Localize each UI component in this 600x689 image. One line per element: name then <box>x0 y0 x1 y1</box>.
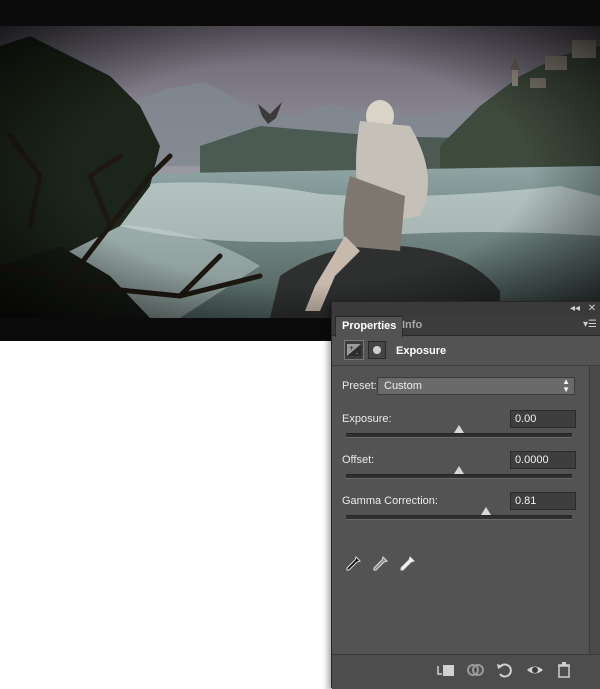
collapse-icon[interactable]: ◂◂ <box>568 302 582 316</box>
offset-value-field[interactable]: 0.0000 <box>510 451 576 469</box>
adjustment-title: Exposure <box>396 345 447 357</box>
panel-scrollbar[interactable] <box>589 366 600 654</box>
clip-to-layer-icon[interactable] <box>433 657 459 683</box>
panel-footer <box>332 654 600 689</box>
gamma-label: Gamma Correction: <box>342 495 438 507</box>
exposure-adjustment-icon[interactable]: + - <box>344 340 364 360</box>
svg-text:-: - <box>356 350 358 357</box>
offset-label: Offset: <box>342 454 375 466</box>
black-point-eyedropper-icon[interactable] <box>344 555 362 573</box>
panel-menu-icon[interactable]: ▾☰ <box>583 319 597 331</box>
adjustment-header: + - Exposure <box>332 336 600 366</box>
exposure-value-field[interactable]: 0.00 <box>510 410 576 428</box>
panel-content: Preset: Custom ▲ ▼ Exposure: 0.00 Offset:… <box>332 367 589 652</box>
svg-text:+: + <box>349 345 354 352</box>
close-icon[interactable]: ✕ <box>585 302 599 316</box>
preset-dropdown[interactable]: Custom ▲ ▼ <box>377 377 575 395</box>
tab-properties[interactable]: Properties <box>335 316 404 337</box>
trash-icon[interactable] <box>551 657 577 683</box>
photo-image <box>0 26 600 318</box>
gamma-slider-thumb[interactable] <box>481 507 492 515</box>
panel-title-bar[interactable]: ◂◂ ✕ <box>332 302 600 316</box>
exposure-slider[interactable] <box>346 425 572 438</box>
preset-value: Custom <box>384 380 422 392</box>
properties-panel: ◂◂ ✕ Properties Info ▾☰ + - Exposure Pre… <box>331 301 600 689</box>
panel-tab-bar: Properties Info ▾☰ <box>332 316 600 337</box>
dropdown-arrows-icon: ▲ ▼ <box>562 377 570 394</box>
white-point-eyedropper-icon[interactable] <box>398 555 416 573</box>
view-previous-state-icon[interactable] <box>462 657 488 683</box>
exposure-slider-thumb[interactable] <box>454 425 464 433</box>
gamma-value-field[interactable]: 0.81 <box>510 492 576 510</box>
preset-label: Preset: <box>342 380 377 392</box>
exposure-label: Exposure: <box>342 413 392 425</box>
visibility-eye-icon[interactable] <box>522 657 548 683</box>
reset-icon[interactable] <box>492 657 518 683</box>
document-canvas <box>0 0 600 341</box>
offset-slider-thumb[interactable] <box>454 466 464 474</box>
layer-mask-icon[interactable] <box>368 341 386 359</box>
gamma-slider[interactable] <box>346 507 572 520</box>
tab-info[interactable]: Info <box>396 316 428 335</box>
offset-slider[interactable] <box>346 466 572 479</box>
gray-point-eyedropper-icon[interactable] <box>371 555 389 573</box>
